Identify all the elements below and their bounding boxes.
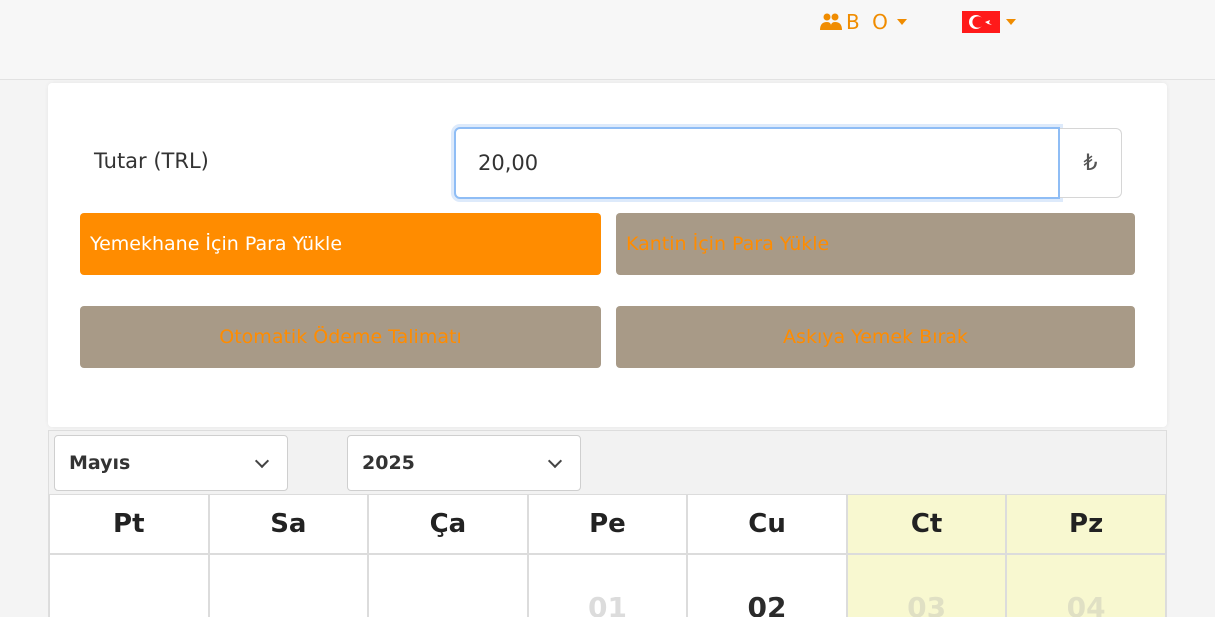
top-navbar: B O (0, 0, 1215, 80)
weekday-header: Sa (208, 494, 369, 554)
day-cell[interactable]: 01 (527, 554, 688, 617)
cafeteria-topup-button[interactable]: Yemekhane İçin Para Yükle (80, 213, 601, 275)
day-number: 01 (587, 591, 627, 617)
user-menu[interactable]: B O (820, 10, 907, 34)
suspended-meal-button[interactable]: Askıya Yemek Bırak (616, 306, 1135, 368)
month-select-value: Mayıs (69, 452, 131, 474)
day-cell[interactable]: 04 (1006, 554, 1166, 617)
day-cell-empty (368, 554, 528, 617)
chevron-down-icon (896, 19, 907, 25)
turkey-flag-icon (962, 11, 1000, 33)
week-row: 01 02 03 04 (49, 554, 1166, 617)
month-select[interactable]: Mayıs (54, 435, 288, 491)
day-cell-empty (49, 554, 209, 617)
weekday-header: Pe (527, 494, 688, 554)
autopay-instruction-button[interactable]: Otomatik Ödeme Talimatı (80, 306, 601, 368)
amount-label: Tutar (TRL) (94, 149, 209, 173)
user-initials: B O (846, 10, 891, 34)
canteen-topup-button[interactable]: Kantin İçin Para Yükle (616, 213, 1135, 275)
day-number: 04 (1066, 591, 1106, 617)
weekday-header-row: Pt Sa Ça Pe Cu Ct Pz (49, 494, 1166, 554)
day-cell[interactable]: 02 (687, 554, 847, 617)
language-menu[interactable] (962, 10, 1016, 34)
day-number: 03 (907, 591, 947, 617)
chevron-down-icon (254, 453, 270, 469)
weekday-header: Pt (49, 494, 209, 554)
lira-icon: ₺ (1060, 128, 1122, 198)
chevron-down-icon (1006, 19, 1016, 25)
day-cell[interactable]: 03 (846, 554, 1007, 617)
calendar: Mayıs 2025 Pt Sa Ça Pe Cu Ct Pz 01 02 03… (48, 430, 1167, 617)
amount-input[interactable] (454, 127, 1060, 199)
year-select-value: 2025 (362, 452, 415, 474)
day-cell-empty (208, 554, 369, 617)
day-number: 02 (747, 591, 787, 617)
topup-card: Tutar (TRL) ₺ Yemekhane İçin Para Yükle … (48, 83, 1167, 427)
weekday-header: Cu (687, 494, 847, 554)
weekday-header: Ça (368, 494, 528, 554)
year-select[interactable]: 2025 (347, 435, 581, 491)
calendar-grid: Pt Sa Ça Pe Cu Ct Pz 01 02 03 04 (49, 494, 1166, 617)
weekday-header: Pz (1006, 494, 1166, 554)
chevron-down-icon (547, 453, 563, 469)
weekday-header: Ct (846, 494, 1007, 554)
users-icon (820, 13, 842, 30)
